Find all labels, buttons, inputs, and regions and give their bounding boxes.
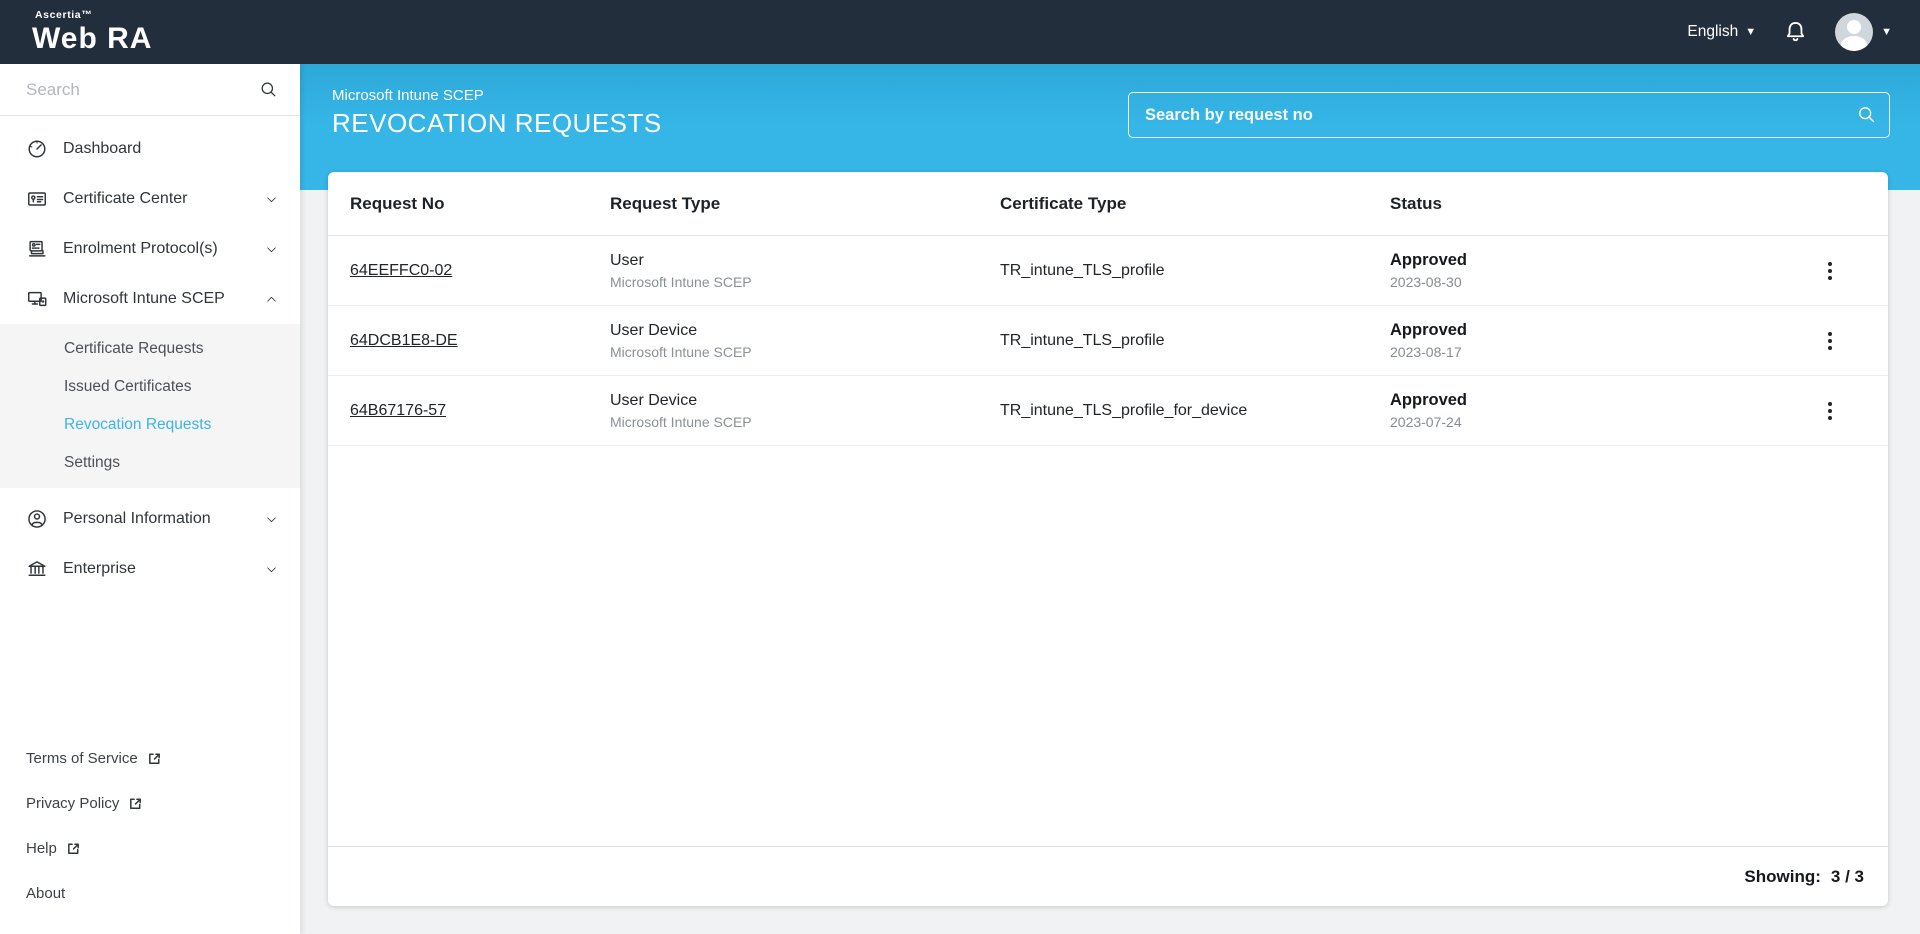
table-row: 64DCB1E8-DE User Device Microsoft Intune… — [328, 306, 1888, 376]
avatar — [1835, 13, 1873, 51]
sidebar-item-label: Enrolment Protocol(s) — [63, 240, 265, 258]
sidebar-search — [0, 64, 300, 116]
page-title: REVOCATION REQUESTS — [332, 108, 662, 139]
sidebar-item-label: Enterprise — [63, 560, 265, 578]
column-header-certificate-type: Certificate Type — [1000, 194, 1390, 214]
sidebar-item-certificate-center[interactable]: Certificate Center — [0, 174, 300, 224]
link-label: Terms of Service — [26, 750, 138, 767]
status-badge: Approved — [1390, 391, 1794, 410]
sidebar-item-personal-information[interactable]: Personal Information — [0, 494, 300, 544]
topbar-right: English ▼ ▼ — [1687, 13, 1892, 51]
request-subtype: Microsoft Intune SCEP — [610, 344, 1000, 360]
row-actions-kebab-icon[interactable] — [1822, 396, 1838, 426]
certificate-icon — [26, 188, 48, 210]
sidebar-item-label: Microsoft Intune SCEP — [63, 290, 265, 308]
request-no-link[interactable]: 64DCB1E8-DE — [350, 332, 610, 350]
revocation-requests-card: Request No Request Type Certificate Type… — [328, 172, 1888, 906]
sidebar-item-label: Personal Information — [63, 510, 265, 528]
brand-ascertia: Ascertia™ — [35, 10, 152, 21]
brand-webra: Web RA — [32, 22, 152, 55]
sidebar-search-input[interactable] — [26, 80, 259, 100]
terms-of-service-link[interactable]: Terms of Service — [0, 736, 300, 781]
topbar: Ascertia™ Web RA English ▼ ▼ — [0, 0, 1920, 64]
showing-label: Showing: — [1744, 867, 1820, 887]
chevron-down-icon — [265, 193, 278, 206]
sidebar-item-dashboard[interactable]: Dashboard — [0, 124, 300, 174]
main-content: Microsoft Intune SCEP REVOCATION REQUEST… — [300, 64, 1920, 934]
intune-icon — [26, 288, 48, 310]
certificate-type: TR_intune_TLS_profile — [1000, 332, 1390, 350]
sidebar-item-label: Dashboard — [63, 140, 278, 158]
search-icon[interactable] — [1856, 104, 1877, 125]
help-link[interactable]: Help — [0, 826, 300, 871]
link-label: Help — [26, 840, 57, 857]
language-selector[interactable]: English ▼ — [1687, 23, 1756, 41]
external-link-icon — [128, 796, 143, 811]
sidebar-nav: Dashboard Certificate Center — [0, 116, 300, 594]
column-header-request-no: Request No — [350, 194, 610, 214]
status-date: 2023-08-30 — [1390, 274, 1794, 290]
about-link[interactable]: About — [0, 871, 300, 916]
chevron-down-icon — [265, 563, 278, 576]
showing-count: 3 / 3 — [1831, 867, 1864, 887]
privacy-policy-link[interactable]: Privacy Policy — [0, 781, 300, 826]
table-row: 64EEFFC0-02 User Microsoft Intune SCEP T… — [328, 236, 1888, 306]
status-badge: Approved — [1390, 251, 1794, 270]
status-date: 2023-08-17 — [1390, 344, 1794, 360]
request-no-link[interactable]: 64B67176-57 — [350, 402, 610, 420]
table-header: Request No Request Type Certificate Type… — [328, 172, 1888, 236]
sidebar-footer: Terms of Service Privacy Policy Help Abo… — [0, 736, 300, 934]
person-icon — [26, 508, 48, 530]
link-label: About — [26, 885, 65, 902]
status-badge: Approved — [1390, 321, 1794, 340]
certificate-type: TR_intune_TLS_profile — [1000, 262, 1390, 280]
table-footer: Showing: 3 / 3 — [328, 846, 1888, 906]
chevron-down-icon: ▼ — [1745, 26, 1756, 38]
chevron-up-icon — [265, 293, 278, 306]
brand-logo[interactable]: Ascertia™ Web RA — [32, 10, 152, 54]
submenu-item-certificate-requests[interactable]: Certificate Requests — [0, 330, 300, 368]
enterprise-icon — [26, 558, 48, 580]
submenu-item-revocation-requests[interactable]: Revocation Requests — [0, 406, 300, 444]
request-subtype: Microsoft Intune SCEP — [610, 274, 1000, 290]
table-row: 64B67176-57 User Device Microsoft Intune… — [328, 376, 1888, 446]
sidebar-item-microsoft-intune-scep[interactable]: Microsoft Intune SCEP — [0, 274, 300, 324]
request-search-input[interactable] — [1128, 92, 1890, 138]
request-type: User — [610, 252, 1000, 270]
link-label: Privacy Policy — [26, 795, 119, 812]
chevron-down-icon — [265, 243, 278, 256]
sidebar-item-enrolment-protocols[interactable]: Enrolment Protocol(s) — [0, 224, 300, 274]
dashboard-icon — [26, 138, 48, 160]
notifications-bell-icon[interactable] — [1782, 19, 1809, 46]
request-subtype: Microsoft Intune SCEP — [610, 414, 1000, 430]
user-menu[interactable]: ▼ — [1835, 13, 1892, 51]
enrolment-icon — [26, 238, 48, 260]
external-link-icon — [147, 751, 162, 766]
column-header-request-type: Request Type — [610, 194, 1000, 214]
search-icon[interactable] — [259, 80, 278, 99]
breadcrumb: Microsoft Intune SCEP — [332, 87, 662, 104]
column-header-status: Status — [1390, 194, 1794, 214]
sidebar-item-label: Certificate Center — [63, 190, 265, 208]
request-no-link[interactable]: 64EEFFC0-02 — [350, 262, 610, 280]
sidebar: Dashboard Certificate Center — [0, 64, 300, 934]
language-label: English — [1687, 23, 1738, 41]
intune-submenu: Certificate Requests Issued Certificates… — [0, 324, 300, 488]
row-actions-kebab-icon[interactable] — [1822, 326, 1838, 356]
sidebar-item-enterprise[interactable]: Enterprise — [0, 544, 300, 594]
certificate-type: TR_intune_TLS_profile_for_device — [1000, 402, 1390, 420]
request-search — [1128, 92, 1890, 138]
row-actions-kebab-icon[interactable] — [1822, 256, 1838, 286]
status-date: 2023-07-24 — [1390, 414, 1794, 430]
chevron-down-icon — [265, 513, 278, 526]
submenu-item-settings[interactable]: Settings — [0, 444, 300, 482]
request-type: User Device — [610, 392, 1000, 410]
chevron-down-icon: ▼ — [1881, 26, 1892, 38]
request-type: User Device — [610, 322, 1000, 340]
external-link-icon — [66, 841, 81, 856]
submenu-item-issued-certificates[interactable]: Issued Certificates — [0, 368, 300, 406]
